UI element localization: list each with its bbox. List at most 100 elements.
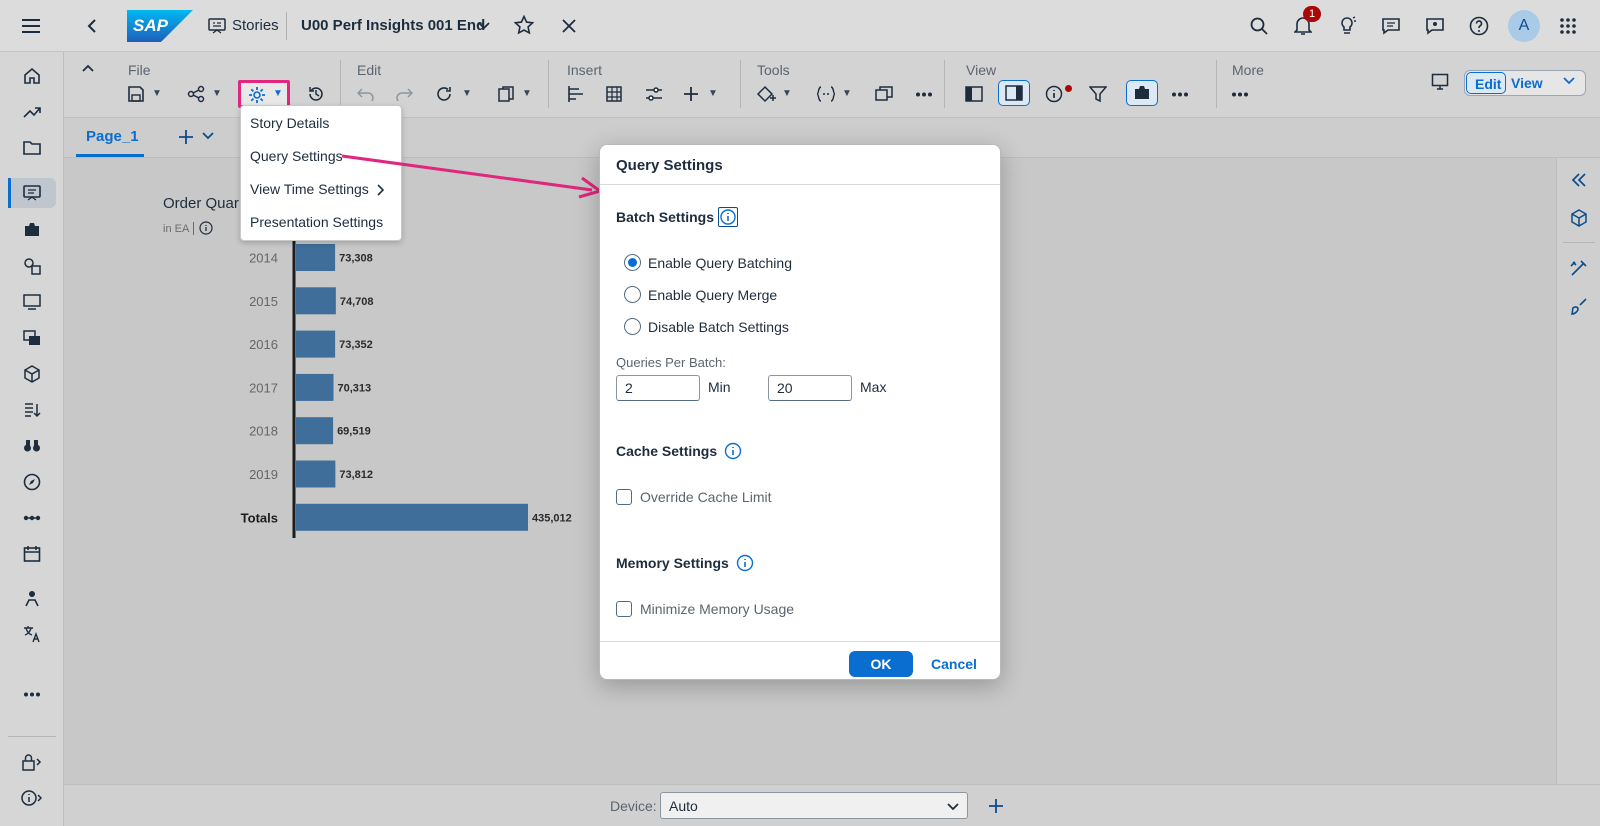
right-panel-toggle[interactable] xyxy=(998,80,1030,106)
stories-nav-icon[interactable] xyxy=(20,181,44,205)
chevron-down-icon[interactable] xyxy=(474,16,494,36)
ok-button[interactable]: OK xyxy=(849,651,913,677)
share-icon[interactable] xyxy=(186,84,206,104)
radio-enable-query-batching[interactable] xyxy=(624,254,641,271)
styling-brush-icon[interactable] xyxy=(1569,296,1589,316)
copy-icon[interactable] xyxy=(496,84,516,104)
chart-bar[interactable] xyxy=(296,503,528,531)
layers-icon[interactable] xyxy=(874,84,894,104)
home-icon[interactable] xyxy=(20,64,44,88)
radio-disable-batch-settings[interactable] xyxy=(624,318,641,335)
chart-bar[interactable] xyxy=(296,244,336,271)
edit-mode-button[interactable]: Edit xyxy=(1466,72,1506,94)
help-icon[interactable] xyxy=(1469,16,1489,36)
analytic-toggle[interactable] xyxy=(1126,80,1158,106)
prediction-tool-icon[interactable] xyxy=(756,84,776,104)
info-expand-icon[interactable] xyxy=(20,786,44,810)
collapse-toolbar-icon[interactable] xyxy=(78,58,98,78)
insert-chart-icon[interactable] xyxy=(566,84,586,104)
view-mode-button[interactable]: View xyxy=(1511,75,1543,91)
left-panel-icon[interactable] xyxy=(964,84,984,104)
add-device-icon[interactable] xyxy=(986,796,1006,816)
chevron-down-icon[interactable]: ▼ xyxy=(462,88,472,99)
undo-icon[interactable] xyxy=(356,84,376,104)
hamburger-menu-icon[interactable] xyxy=(21,16,41,36)
connections-dots-icon[interactable] xyxy=(20,506,44,530)
tools-more-icon[interactable] xyxy=(914,84,934,104)
translation-icon[interactable] xyxy=(20,622,44,646)
chart-bar[interactable] xyxy=(296,330,336,358)
add-icon[interactable] xyxy=(681,84,701,104)
insert-table-icon[interactable] xyxy=(604,84,624,104)
back-icon[interactable] xyxy=(82,16,102,36)
lock-expand-icon[interactable] xyxy=(20,750,44,774)
sap-logo[interactable]: SAP xyxy=(127,10,193,42)
analytic-app-icon[interactable] xyxy=(20,218,44,242)
chart-bar[interactable] xyxy=(296,417,334,445)
collapse-panel-icon[interactable] xyxy=(1569,170,1589,190)
device-select[interactable]: Auto xyxy=(660,792,968,819)
save-icon[interactable] xyxy=(126,84,146,104)
favorite-star-icon[interactable] xyxy=(514,15,534,35)
chevron-down-icon[interactable] xyxy=(1563,77,1575,85)
datasets-icon[interactable] xyxy=(20,326,44,350)
view-more-icon[interactable] xyxy=(1170,84,1190,104)
redo-icon[interactable] xyxy=(394,84,414,104)
input-control-icon[interactable] xyxy=(644,84,664,104)
story-title[interactable]: U00 Perf Insights 001 End xyxy=(301,17,485,34)
chart-bar[interactable] xyxy=(296,373,334,401)
refresh-icon[interactable] xyxy=(434,84,454,104)
chevron-down-icon[interactable]: ▼ xyxy=(842,88,852,99)
batch-info-icon[interactable] xyxy=(718,207,738,227)
cancel-button[interactable]: Cancel xyxy=(931,656,977,672)
menu-item-presentation-settings[interactable]: Presentation Settings xyxy=(250,214,383,230)
more-icon[interactable] xyxy=(1230,84,1250,104)
menu-item-story-details[interactable]: Story Details xyxy=(250,115,329,131)
binoculars-icon[interactable] xyxy=(20,434,44,458)
trend-icon[interactable] xyxy=(20,100,44,124)
menu-item-query-settings[interactable]: Query Settings xyxy=(250,148,343,164)
feedback-chat-icon[interactable] xyxy=(1381,16,1401,36)
compass-icon[interactable] xyxy=(20,470,44,494)
chart-bar[interactable] xyxy=(296,460,336,488)
minimize-memory-checkbox[interactable] xyxy=(616,601,632,617)
max-queries-input[interactable] xyxy=(768,375,852,401)
chart-bar[interactable] xyxy=(296,287,336,315)
chevron-down-icon[interactable]: ▼ xyxy=(212,88,222,99)
app-grid-icon[interactable] xyxy=(1558,16,1578,36)
tab-page-1[interactable]: Page_1 xyxy=(86,128,139,145)
cache-info-icon[interactable] xyxy=(724,442,742,460)
avatar[interactable]: A xyxy=(1508,10,1540,42)
calendar-icon[interactable] xyxy=(20,542,44,566)
security-users-icon[interactable] xyxy=(20,587,44,611)
files-folder-icon[interactable] xyxy=(20,136,44,160)
min-queries-input[interactable] xyxy=(616,375,700,401)
info-icon[interactable] xyxy=(1044,84,1064,104)
close-icon[interactable] xyxy=(559,16,579,36)
chevron-down-icon[interactable]: ▼ xyxy=(152,88,162,99)
history-icon[interactable] xyxy=(306,84,326,104)
search-icon[interactable] xyxy=(1249,16,1269,36)
cube-panel-icon[interactable] xyxy=(1569,208,1589,228)
chevron-down-icon[interactable]: ▼ xyxy=(708,88,718,99)
modeler-cube-icon[interactable] xyxy=(20,362,44,386)
more-nav-icon[interactable] xyxy=(20,682,44,706)
chevron-down-icon[interactable]: ▼ xyxy=(522,88,532,99)
digital-boardroom-icon[interactable] xyxy=(20,290,44,314)
formula-icon[interactable] xyxy=(816,84,836,104)
designer-tools-icon[interactable] xyxy=(1569,258,1589,278)
chevron-down-icon[interactable] xyxy=(202,132,214,140)
chart-info-icon[interactable] xyxy=(199,221,213,235)
filter-icon[interactable] xyxy=(1088,84,1108,104)
override-cache-limit-checkbox[interactable] xyxy=(616,489,632,505)
data-integration-icon[interactable] xyxy=(20,398,44,422)
data-analyzer-icon[interactable] xyxy=(20,254,44,278)
story-settings-button[interactable]: ▼ xyxy=(238,80,290,108)
breadcrumb-stories[interactable]: Stories xyxy=(232,17,279,34)
memory-info-icon[interactable] xyxy=(736,554,754,572)
chevron-down-icon[interactable]: ▼ xyxy=(782,88,792,99)
device-preview-icon[interactable] xyxy=(1430,72,1450,92)
collaboration-icon[interactable] xyxy=(1425,16,1445,36)
add-page-icon[interactable] xyxy=(176,127,196,147)
radio-enable-query-merge[interactable] xyxy=(624,286,641,303)
